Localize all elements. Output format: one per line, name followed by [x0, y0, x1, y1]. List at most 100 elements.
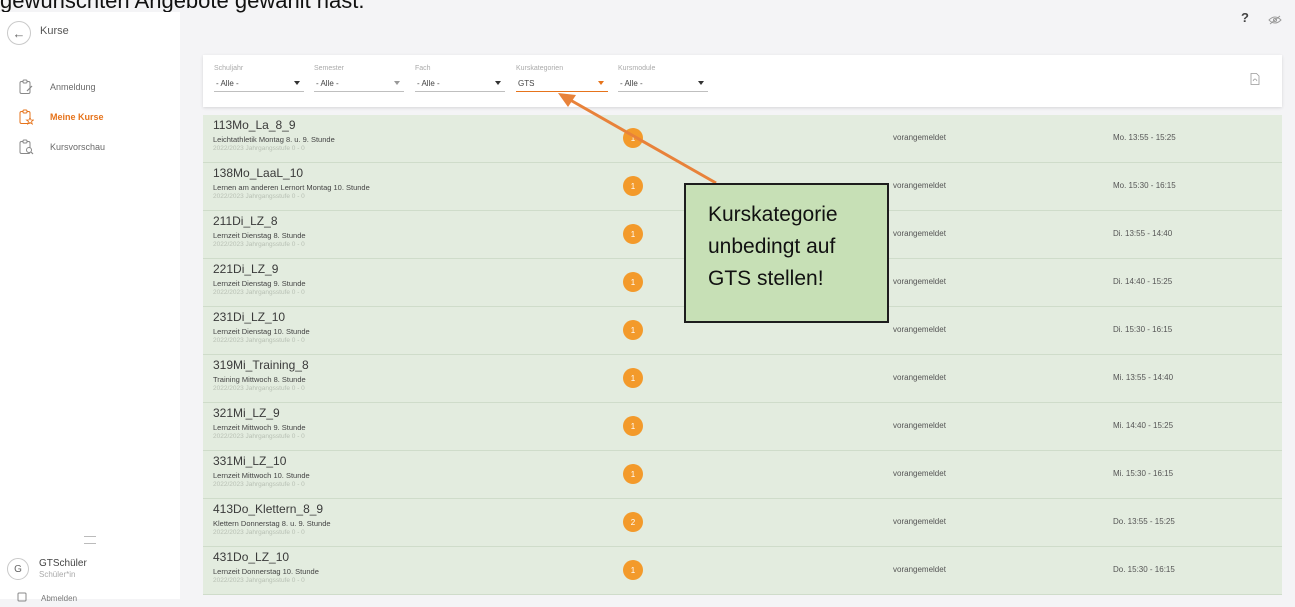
course-row[interactable]: 431Do_LZ_10 Lernzeit Donnerstag 10. Stund… [203, 547, 1282, 595]
eye-off-icon [1268, 12, 1282, 29]
course-description: Lernzeit Dienstag 8. Stunde [213, 231, 306, 240]
drag-handle-icon[interactable] [84, 536, 96, 544]
time-slot: Do. 13:55 - 15:25 [1113, 517, 1175, 526]
select-value: - Alle - [417, 78, 440, 88]
filter-label: Fach [415, 65, 431, 72]
course-meta: 2022/2023 Jahrgangsstufe 0 - 0 [213, 289, 305, 296]
course-row[interactable]: 413Do_Klettern_8_9 Klettern Donnerstag 8.… [203, 499, 1282, 547]
time-slot: Mi. 13:55 - 14:40 [1113, 373, 1174, 382]
kursmodule-select[interactable]: - Alle - [618, 75, 708, 92]
status-text: vorangemeldet [893, 325, 946, 334]
pdf-export-button[interactable] [1250, 72, 1260, 90]
logout-button[interactable]: Abmelden [17, 589, 77, 607]
course-description: Lernzeit Dienstag 9. Stunde [213, 279, 306, 288]
user-role: Schüler*in [39, 570, 76, 579]
clipboard-search-icon [16, 137, 36, 157]
course-code: 138Mo_LaaL_10 [213, 166, 304, 180]
filter-schuljahr: Schuljahr - Alle - [214, 65, 304, 92]
sidebar-item-anmeldung[interactable]: Anmeldung [0, 72, 180, 102]
callout-note: Kurskategorie unbedingt auf GTS stellen! [684, 183, 889, 323]
help-button[interactable]: ? [1241, 10, 1249, 25]
course-meta: 2022/2023 Jahrgangsstufe 0 - 0 [213, 241, 305, 248]
filter-fach: Fach - Alle - [415, 65, 505, 92]
course-description: Training Mittwoch 8. Stunde [213, 375, 306, 384]
filter-label: Schuljahr [214, 65, 244, 72]
logout-label: Abmelden [41, 593, 78, 603]
count-badge: 1 [623, 368, 643, 388]
select-value: GTS [518, 78, 535, 88]
chevron-down-icon [394, 81, 400, 85]
course-meta: 2022/2023 Jahrgangsstufe 0 - 0 [213, 433, 305, 440]
filter-kurskategorien: Kurskategorien GTS [516, 65, 608, 92]
count-badge: 1 [623, 176, 643, 196]
course-meta: 2022/2023 Jahrgangsstufe 0 - 0 [213, 529, 305, 536]
time-slot: Mi. 14:40 - 15:25 [1113, 421, 1174, 430]
chevron-down-icon [698, 81, 704, 85]
pdf-icon [1250, 72, 1260, 89]
semester-select[interactable]: - Alle - [314, 75, 404, 92]
logout-icon [17, 589, 29, 607]
course-meta: 2022/2023 Jahrgangsstufe 0 - 0 [213, 577, 305, 584]
time-slot: Mo. 13:55 - 15:25 [1113, 133, 1176, 142]
visibility-toggle-button[interactable] [1268, 12, 1282, 30]
sidebar: ← Kurse Anmeldung Meine Kurse Kursvorsch… [0, 12, 180, 603]
chevron-down-icon [294, 81, 300, 85]
course-row[interactable]: 321Mi_LZ_9 Lernzeit Mittwoch 9. Stunde 202… [203, 403, 1282, 451]
sidebar-item-meine-kurse[interactable]: Meine Kurse [0, 102, 180, 132]
count-badge: 1 [623, 464, 643, 484]
course-description: Leichtathletik Montag 8. u. 9. Stunde [213, 135, 335, 144]
schuljahr-select[interactable]: - Alle - [214, 75, 304, 92]
course-code: 331Mi_LZ_10 [213, 454, 287, 468]
course-row[interactable]: 319Mi_Training_8 Training Mittwoch 8. Stu… [203, 355, 1282, 403]
clipboard-edit-icon [16, 77, 36, 97]
course-meta: 2022/2023 Jahrgangsstufe 0 - 0 [213, 145, 305, 152]
course-row[interactable]: 113Mo_La_8_9 Leichtathletik Montag 8. u. … [203, 115, 1282, 163]
count-badge: 2 [623, 512, 643, 532]
sidebar-item-label: Anmeldung [50, 82, 96, 92]
time-slot: Di. 13:55 - 14:40 [1113, 229, 1173, 238]
sidebar-item-kursvorschau[interactable]: Kursvorschau [0, 132, 180, 162]
status-text: vorangemeldet [893, 133, 946, 142]
course-meta: 2022/2023 Jahrgangsstufe 0 - 0 [213, 481, 305, 488]
course-code: 413Do_Klettern_8_9 [213, 502, 324, 516]
status-text: vorangemeldet [893, 181, 946, 190]
time-slot: Mi. 15:30 - 16:15 [1113, 469, 1174, 478]
chevron-down-icon [495, 81, 501, 85]
filter-label: Kurskategorien [516, 65, 564, 72]
course-row[interactable]: 331Mi_LZ_10 Lernzeit Mittwoch 10. Stunde 2… [203, 451, 1282, 499]
clipboard-star-icon [16, 107, 36, 127]
course-code: 211Di_LZ_8 [213, 214, 278, 228]
fach-select[interactable]: - Alle - [415, 75, 505, 92]
course-description: Lernzeit Dienstag 10. Stunde [213, 327, 310, 336]
course-code: 113Mo_La_8_9 [213, 118, 296, 132]
time-slot: Mo. 15:30 - 16:15 [1113, 181, 1176, 190]
course-code: 221Di_LZ_9 [213, 262, 279, 276]
sidebar-item-label: Kursvorschau [50, 142, 106, 152]
avatar: G [7, 558, 29, 580]
sidebar-nav: Anmeldung Meine Kurse Kursvorschau [0, 72, 180, 162]
select-value: - Alle - [216, 78, 239, 88]
status-text: vorangemeldet [893, 517, 946, 526]
status-text: vorangemeldet [893, 277, 946, 286]
status-text: vorangemeldet [893, 565, 946, 574]
user-profile[interactable]: G GTSchüler Schüler*in [7, 558, 87, 580]
time-slot: Di. 14:40 - 15:25 [1113, 277, 1173, 286]
count-badge: 1 [623, 272, 643, 292]
back-button[interactable]: ← [7, 21, 31, 45]
course-meta: 2022/2023 Jahrgangsstufe 0 - 0 [213, 337, 305, 344]
course-code: 319Mi_Training_8 [213, 358, 309, 372]
course-code: 431Do_LZ_10 [213, 550, 290, 564]
course-code: 321Mi_LZ_9 [213, 406, 280, 420]
arrow-left-icon: ← [12, 25, 26, 41]
filter-kursmodule: Kursmodule - Alle - [618, 65, 708, 92]
callout-line: Kurskategorie [708, 203, 838, 226]
status-text: vorangemeldet [893, 469, 946, 478]
count-badge: 1 [623, 560, 643, 580]
time-slot: Di. 15:30 - 16:15 [1113, 325, 1173, 334]
course-description: Lernzeit Mittwoch 9. Stunde [213, 423, 306, 432]
course-meta: 2022/2023 Jahrgangsstufe 0 - 0 [213, 193, 305, 200]
app-title: Kurse [40, 25, 69, 37]
count-badge: 1 [623, 416, 643, 436]
course-description: Lernzeit Mittwoch 10. Stunde [213, 471, 310, 480]
kurskategorien-select[interactable]: GTS [516, 75, 608, 92]
